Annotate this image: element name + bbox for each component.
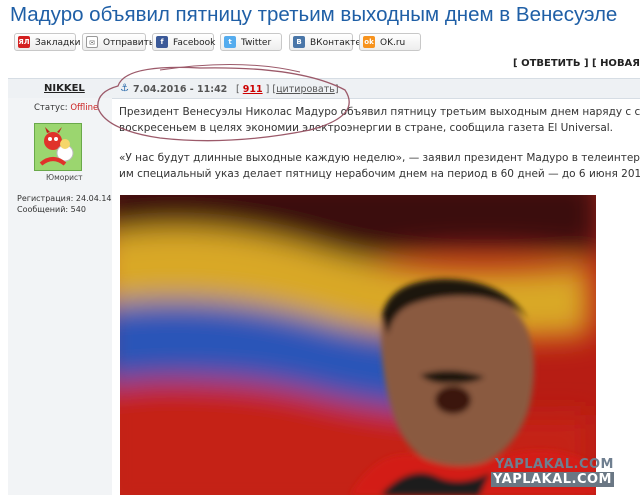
post-photo — [120, 195, 596, 495]
share-label: OK.ru — [380, 38, 406, 48]
vk-icon: В — [293, 36, 305, 48]
share-button-facebook[interactable]: f Facebook — [152, 33, 216, 51]
post-date: 7.04.2016 - 11:42 — [133, 84, 228, 95]
post-actions: [ ОТВЕТИТЬ ] [ НОВАЯ — [513, 58, 640, 69]
share-label: ВКонтакте — [310, 38, 361, 48]
status-offline: Offline — [70, 103, 99, 113]
post-text-line: «У нас будут длинные выходные каждую нед… — [119, 152, 640, 164]
share-button-twitter[interactable]: t Twitter — [220, 33, 282, 51]
share-label: Отправить — [103, 38, 155, 48]
page-title: Мадуро объявил пятницу третьим выходным … — [10, 3, 618, 26]
post-text-line: воскресеньем в целях экономии электроэне… — [119, 122, 614, 134]
mail-icon: ✉ — [86, 36, 98, 48]
author-status: Статус: Offline — [34, 103, 99, 113]
author-registration: Регистрация: 24.04.14 — [17, 194, 112, 203]
author-messages: Сообщений: 540 — [17, 205, 86, 214]
odnoklassniki-icon: ok — [363, 36, 375, 48]
author-name[interactable]: NIKKEL — [44, 83, 85, 94]
twitter-icon: t — [224, 36, 236, 48]
quote-link[interactable]: цитировать — [276, 84, 335, 95]
watermark-bottom: YAPLAKAL.COM — [491, 472, 614, 487]
share-label: Закладки — [35, 38, 81, 48]
post-meta: [ 911 ] [цитировать] — [236, 84, 339, 95]
share-button-bookmarks[interactable]: ЯЛ Закладки — [14, 33, 81, 51]
share-button-vk[interactable]: В ВКонтакте — [289, 33, 361, 51]
facebook-icon: f — [156, 36, 168, 48]
author-rank: Юморист — [46, 173, 83, 182]
post-text-line: им специальный указ делает пятницу нераб… — [119, 168, 640, 180]
share-label: Twitter — [241, 38, 272, 48]
share-label: Facebook — [173, 38, 216, 48]
watermark-top: YAPLAKAL.COM — [495, 457, 614, 472]
anchor-icon[interactable]: ⚓ — [120, 83, 129, 94]
post-number-link[interactable]: 911 — [243, 84, 263, 95]
avatar[interactable] — [34, 123, 82, 171]
share-button-email[interactable]: ✉ Отправить — [82, 33, 154, 51]
reply-button[interactable]: [ ОТВЕТИТЬ ] — [513, 58, 589, 69]
share-button-ok[interactable]: ok OK.ru — [359, 33, 421, 51]
yandex-bookmarks-icon: ЯЛ — [18, 36, 30, 48]
share-bar: ЯЛ Закладки ✉ Отправить f Facebook t Twi… — [0, 30, 640, 56]
new-topic-button[interactable]: [ НОВАЯ — [592, 58, 640, 69]
post-text-line: Президент Венесуэлы Николас Мадуро объяв… — [119, 106, 640, 118]
